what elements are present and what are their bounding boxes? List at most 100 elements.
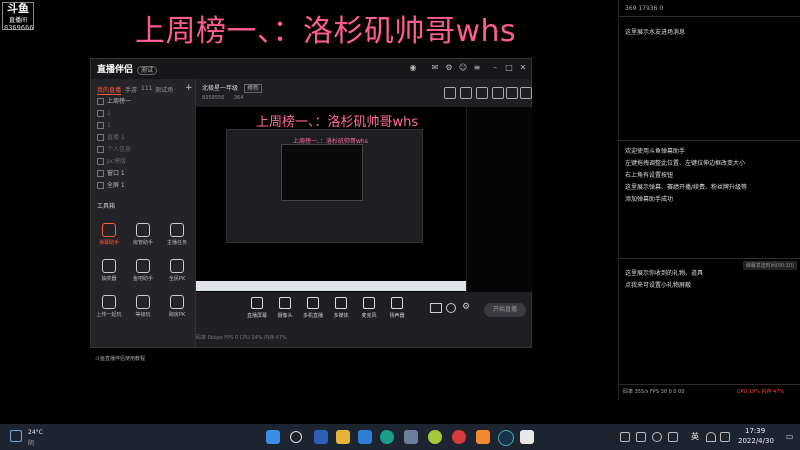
upload-icon xyxy=(102,295,116,309)
feedback-icon[interactable]: ☺ xyxy=(457,62,469,74)
tray-expand-icon[interactable] xyxy=(620,432,630,442)
tray-app-icon[interactable] xyxy=(636,432,646,442)
edge-icon[interactable] xyxy=(380,430,394,444)
screen-capture-button[interactable]: 直播屏幕 xyxy=(244,297,270,319)
app-icon[interactable] xyxy=(428,430,442,444)
camera-icon[interactable] xyxy=(476,87,488,99)
scene-item[interactable]: 上周榜一 xyxy=(97,97,131,107)
scene-label: 个人信息 xyxy=(107,146,132,153)
tray-app-icon[interactable] xyxy=(668,432,678,442)
nested-preview-window xyxy=(281,144,363,201)
panel-line: 这里展示弹幕、赛绩开播/续费、粉丝牌升级等 xyxy=(625,184,748,191)
preview-chat-panel xyxy=(466,107,532,292)
multi-device-button[interactable]: 多机直播 xyxy=(300,297,326,319)
record-icon[interactable] xyxy=(446,303,456,313)
app-titlebar: 直播伴侣 测试 ◉ ✉ ⚙ ☺ ≡ – □ ✕ xyxy=(91,59,531,79)
tab-my-live[interactable]: 我的直播 xyxy=(97,85,122,95)
scene-item[interactable]: 窗口 1 xyxy=(97,169,125,179)
tab-mobile[interactable]: 手游 xyxy=(125,85,137,94)
clock-date[interactable]: 2022/4/30 xyxy=(738,437,774,445)
settings-icon[interactable]: ⚙ xyxy=(443,62,455,74)
control-label: 扬声器 xyxy=(389,313,405,319)
record-icon[interactable] xyxy=(444,87,456,99)
start-live-button[interactable]: 开始直播 xyxy=(484,303,526,317)
weather-icon[interactable] xyxy=(10,430,22,442)
add-scene-icon[interactable]: + xyxy=(185,83,193,93)
tool-lottery[interactable]: 抽奖器 xyxy=(95,257,123,285)
douyu-icon[interactable] xyxy=(476,430,490,444)
maximize-icon[interactable]: □ xyxy=(503,62,515,74)
menu-icon[interactable]: ≡ xyxy=(471,62,483,74)
mail-icon[interactable] xyxy=(358,430,372,444)
settings-icon[interactable] xyxy=(506,87,518,99)
tool-room-admin[interactable]: 房管助手 xyxy=(129,221,157,249)
volume-icon[interactable] xyxy=(720,432,730,442)
camera-button[interactable]: 摄像头 xyxy=(272,297,298,319)
tool-level[interactable]: 等级玩 xyxy=(129,293,157,321)
tool-tasks[interactable]: 主播任务 xyxy=(163,221,191,249)
minimize-icon[interactable]: – xyxy=(489,62,501,74)
clock-time[interactable]: 17:39 xyxy=(745,427,765,435)
search-icon[interactable] xyxy=(290,431,302,443)
tool-fishbar[interactable]: 鱼吧助手 xyxy=(129,257,157,285)
weather-desc[interactable]: 阴 xyxy=(28,438,34,447)
folder-icon[interactable] xyxy=(336,430,350,444)
control-label: 多机直播 xyxy=(302,313,323,319)
room-badge[interactable]: 搏新 xyxy=(243,84,262,93)
speaker-button[interactable]: 扬声器 xyxy=(384,297,410,319)
speaker-icon xyxy=(391,297,403,309)
panel-line: 欢迎使用斗鱼弹幕助手 xyxy=(625,148,686,155)
scene-item[interactable]: pc模版 xyxy=(97,157,126,167)
divider xyxy=(619,384,800,385)
tab-111[interactable]: 111 xyxy=(141,85,152,92)
panel-line: 右上角有设置按钮 xyxy=(625,172,674,179)
wifi-icon[interactable] xyxy=(706,432,716,442)
tab-test[interactable]: 测试场 xyxy=(155,85,173,94)
fans-count: 364 xyxy=(233,95,244,101)
toolbox-heading: 工具箱 xyxy=(97,203,116,210)
avatar-icon[interactable]: ◉ xyxy=(407,62,419,74)
scene-item[interactable]: 1 xyxy=(97,109,111,119)
video-icon[interactable] xyxy=(430,303,442,313)
input-language[interactable]: 英 xyxy=(691,431,699,442)
word-icon[interactable] xyxy=(314,430,328,444)
steam-icon[interactable] xyxy=(652,432,662,442)
level-icon xyxy=(136,295,150,309)
stream-preview[interactable]: 上周榜一、：洛杉矶帅哥whs 上周榜一、：洛杉矶帅哥whs xyxy=(196,107,532,292)
panel-line: 这里展示水友进场消息 xyxy=(625,29,686,36)
notepad-icon[interactable] xyxy=(520,430,534,444)
weather-temp[interactable]: 24°C xyxy=(28,429,43,436)
scene-item[interactable]: 个人信息 xyxy=(97,145,131,155)
room-number: 8369666 xyxy=(4,24,34,32)
tool-upload[interactable]: 上传一起玩 xyxy=(95,293,123,321)
lock-icon[interactable] xyxy=(460,87,472,99)
tool-pk[interactable]: 全民PK xyxy=(163,257,191,285)
message-icon[interactable]: ✉ xyxy=(429,62,441,74)
cpu-usage: CPU 19% 内存 47% xyxy=(737,389,785,395)
tutorial-link[interactable]: 斗鱼直播伴侣使用教程 xyxy=(95,355,145,362)
user-icon xyxy=(136,223,150,237)
camera-app-icon[interactable] xyxy=(498,430,514,446)
share-icon[interactable] xyxy=(520,87,532,99)
media-button[interactable]: 多媒体 xyxy=(328,297,354,319)
tool-label: 等级玩 xyxy=(135,312,151,318)
gear-icon[interactable]: ⚙ xyxy=(462,302,470,312)
music-icon[interactable] xyxy=(452,430,466,444)
app-version-badge: 测试 xyxy=(137,66,158,75)
fish-icon xyxy=(136,259,150,273)
scene-item[interactable]: 1 xyxy=(97,121,111,131)
tool-danmaku[interactable]: 弹幕助手 xyxy=(95,221,123,249)
tool-cross-pk[interactable]: 跨房PK xyxy=(163,293,191,321)
versus-icon xyxy=(170,295,184,309)
tool-label: 全民PK xyxy=(168,276,186,282)
close-icon[interactable]: ✕ xyxy=(517,62,529,74)
notification-icon[interactable]: ▭ xyxy=(786,432,794,441)
store-icon[interactable] xyxy=(404,430,418,444)
scene-item[interactable]: 直播 1 xyxy=(97,133,125,143)
panel-line: 添加弹幕助手成功 xyxy=(625,196,674,203)
start-menu-icon[interactable] xyxy=(266,430,280,444)
scene-item[interactable]: 全屏 1 xyxy=(97,181,125,191)
scene-label: 1 xyxy=(107,122,111,129)
microphone-button[interactable]: 麦克风 xyxy=(356,297,382,319)
bell-icon[interactable] xyxy=(492,87,504,99)
